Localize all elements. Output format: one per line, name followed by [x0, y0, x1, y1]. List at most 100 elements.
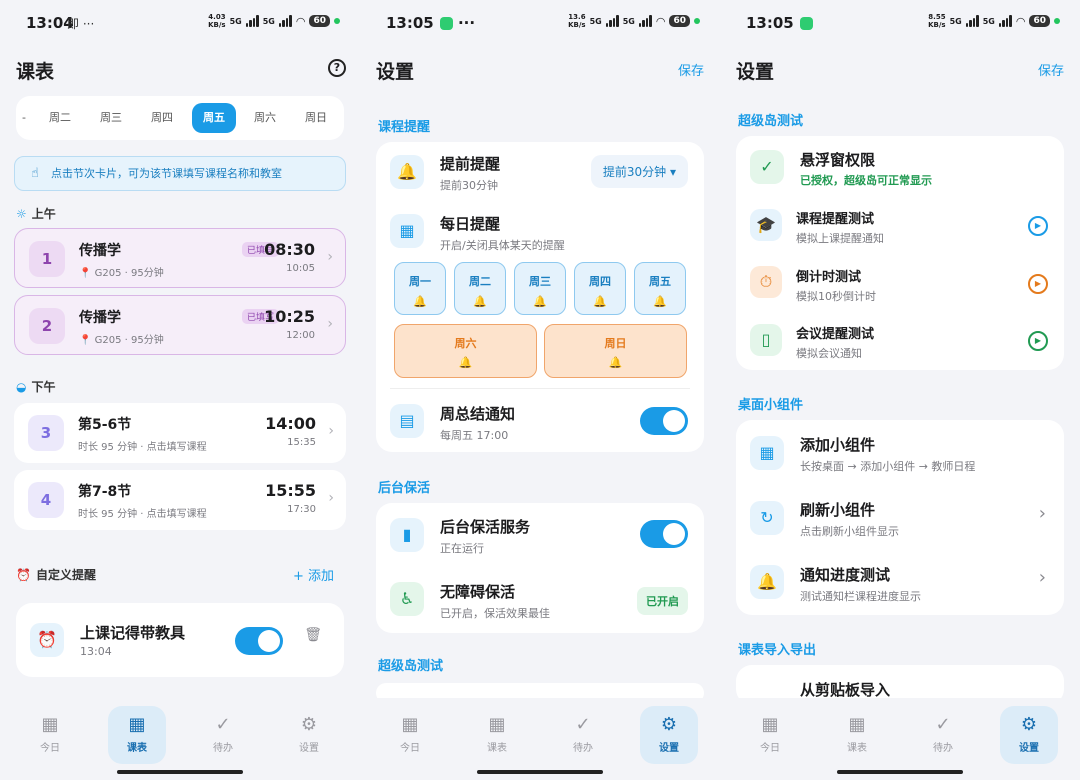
home-indicator	[477, 770, 603, 774]
nav-todo[interactable]: ✓ 待办	[554, 706, 612, 764]
signal-label: 5G	[949, 16, 962, 26]
weekly-summary-sub: 每周五 17:00	[440, 429, 509, 442]
bell-icon: 🔔	[653, 295, 667, 308]
add-reminder-button[interactable]: + 添加	[293, 565, 334, 584]
reminder-toggle[interactable]	[235, 627, 283, 655]
day-tab[interactable]: 周日	[294, 103, 338, 133]
chevron-right-icon: ›	[328, 423, 334, 439]
day-tab[interactable]: 周三	[89, 103, 133, 133]
daily-reminder-sub: 开启/关闭具体某天的提醒	[440, 239, 565, 252]
widgets-grid-icon: ▦	[750, 436, 784, 470]
notify-progress-row[interactable]: 🔔 通知进度测试 测试通知栏课程进度显示 ›	[736, 550, 1064, 614]
test-sub: 模拟会议通知	[796, 347, 862, 360]
status-extra: 即 ···	[67, 17, 95, 31]
chevron-right-icon: ›	[327, 249, 333, 265]
day-tab-selected[interactable]: 周五	[192, 103, 236, 133]
lesson-start: 14:00	[265, 414, 316, 433]
weekday-toggle[interactable]: 周五 🔔	[634, 262, 686, 315]
day-tab[interactable]: 周四	[140, 103, 184, 133]
play-button[interactable]: ▶	[1028, 331, 1048, 351]
signal-icon	[245, 15, 259, 27]
battery-icon: 60	[309, 15, 330, 27]
question-circle-icon[interactable]: ?	[328, 59, 346, 77]
test-title: 倒计时测试	[796, 270, 862, 285]
signal-icon	[605, 15, 619, 27]
weekday-toggle[interactable]: 周二 🔔	[454, 262, 506, 315]
home-indicator	[117, 770, 243, 774]
weekday-toggle[interactable]: 周一 🔔	[394, 262, 446, 315]
lesson-card[interactable]: 3 第5-6节 时长 95 分钟 · 点击填写课程 14:00 15:35 ›	[14, 403, 346, 463]
nav-settings[interactable]: ⚙ 设置	[1000, 706, 1058, 764]
timer-icon: ⏱	[750, 266, 782, 298]
check-circle-icon: ✓	[215, 714, 231, 735]
settings-screen-scrolled: 13:05 8.55 KB/s 5G 5G ◠ 60 设置 保存 超级岛测试 ✓ …	[720, 0, 1080, 780]
refresh-widget-row[interactable]: ↻ 刷新小组件 点击刷新小组件显示 ›	[736, 486, 1064, 550]
day-tab[interactable]: 周六	[243, 103, 287, 133]
lesson-number: 2	[29, 308, 65, 344]
lesson-name: 传播学	[79, 243, 121, 259]
custom-reminder-card[interactable]: ⏰ 上课记得带教具 13:04 🗑	[16, 603, 344, 677]
bottom-nav: ▦ 今日 ▦ 课表 ✓ 待办 ⚙ 设置	[720, 698, 1080, 780]
save-button[interactable]: 保存	[678, 60, 704, 79]
advance-reminder-title: 提前提醒	[440, 155, 501, 173]
lesson-end: 12:00	[286, 330, 315, 341]
advance-reminder-sub: 提前30分钟	[440, 179, 498, 192]
section-widget: 桌面小组件	[738, 398, 804, 413]
wifi-icon: ◠	[655, 14, 666, 28]
lesson-start: 08:30	[264, 240, 315, 259]
float-permission-sub: 已授权，超级岛可正常显示	[800, 174, 932, 187]
lesson-card[interactable]: 1 传播学 📍 G205 · 95分钟 已填写 08:30 10:05 ›	[14, 228, 346, 288]
section-background-keep: 后台保活	[378, 481, 431, 496]
lesson-end: 17:30	[287, 504, 316, 515]
signal-label: 5G	[229, 16, 242, 26]
battery-charging-icon: ▮	[390, 518, 424, 552]
weekend-toggle[interactable]: 周日 🔔	[544, 324, 687, 378]
alarm-clock-icon: ⏰	[16, 568, 31, 582]
lesson-number: 4	[28, 482, 64, 518]
keep-alive-toggle[interactable]	[640, 520, 688, 548]
trash-icon[interactable]: 🗑	[304, 627, 322, 643]
weekly-summary-toggle[interactable]	[640, 407, 688, 435]
nav-today[interactable]: ▦ 今日	[21, 706, 79, 764]
course-reminder-card: 🔔 提前提醒 提前30分钟 提前30分钟 ▾ ▦ 每日提醒 开启/关闭具体某天的…	[376, 142, 704, 452]
nav-schedule[interactable]: ▦ 课表	[108, 706, 166, 764]
play-button[interactable]: ▶	[1028, 216, 1048, 236]
nav-schedule[interactable]: ▦ 课表	[828, 706, 886, 764]
section-course-reminder: 课程提醒	[378, 120, 431, 135]
wifi-icon: ◠	[1015, 14, 1026, 28]
lesson-detail: 时长 95 分钟 · 点击填写课程	[78, 442, 207, 453]
lesson-number: 3	[28, 415, 64, 451]
test-sub: 模拟10秒倒计时	[796, 290, 876, 303]
page-title: 设置	[736, 61, 775, 83]
lesson-card[interactable]: 4 第7-8节 时长 95 分钟 · 点击填写课程 15:55 17:30 ›	[14, 470, 346, 530]
weekday-toggle[interactable]: 周三 🔔	[514, 262, 566, 315]
nav-today[interactable]: ▦ 今日	[741, 706, 799, 764]
bell-icon: 🔔	[608, 356, 623, 369]
nav-todo[interactable]: ✓ 待办	[194, 706, 252, 764]
nav-schedule[interactable]: ▦ 课表	[468, 706, 526, 764]
play-button[interactable]: ▶	[1028, 274, 1048, 294]
weekday-toggle[interactable]: 周四 🔔	[574, 262, 626, 315]
day-selector: - 周二 周三 周四 周五 周六 周日	[16, 96, 344, 140]
privacy-dot-icon	[334, 18, 340, 24]
calendar-grid-icon: ▦	[128, 714, 146, 735]
nav-settings[interactable]: ⚙ 设置	[280, 706, 338, 764]
weekly-summary-title: 周总结通知	[440, 405, 516, 423]
keep-alive-title: 后台保活服务	[440, 518, 531, 536]
add-widget-sub: 长按桌面 → 添加小组件 → 教师日程	[800, 460, 976, 473]
save-button[interactable]: 保存	[1038, 60, 1064, 79]
refresh-icon: ↻	[750, 501, 784, 535]
chevron-right-icon: ›	[1038, 567, 1046, 588]
nav-today[interactable]: ▦ 今日	[381, 706, 439, 764]
bell-icon: 🔔	[473, 295, 487, 308]
nav-todo[interactable]: ✓ 待办	[914, 706, 972, 764]
weekend-toggle[interactable]: 周六 🔔	[394, 324, 537, 378]
test-title: 会议提醒测试	[796, 327, 875, 342]
lesson-card[interactable]: 2 传播学 📍 G205 · 95分钟 已填写 10:25 12:00 ›	[14, 295, 346, 355]
day-tab[interactable]: 周二	[38, 103, 82, 133]
refresh-widget-sub: 点击刷新小组件显示	[800, 525, 899, 538]
door-icon: ▯	[750, 324, 782, 356]
accessibility-icon: ♿	[390, 582, 424, 616]
nav-settings[interactable]: ⚙ 设置	[640, 706, 698, 764]
advance-time-select[interactable]: 提前30分钟 ▾	[590, 155, 688, 188]
